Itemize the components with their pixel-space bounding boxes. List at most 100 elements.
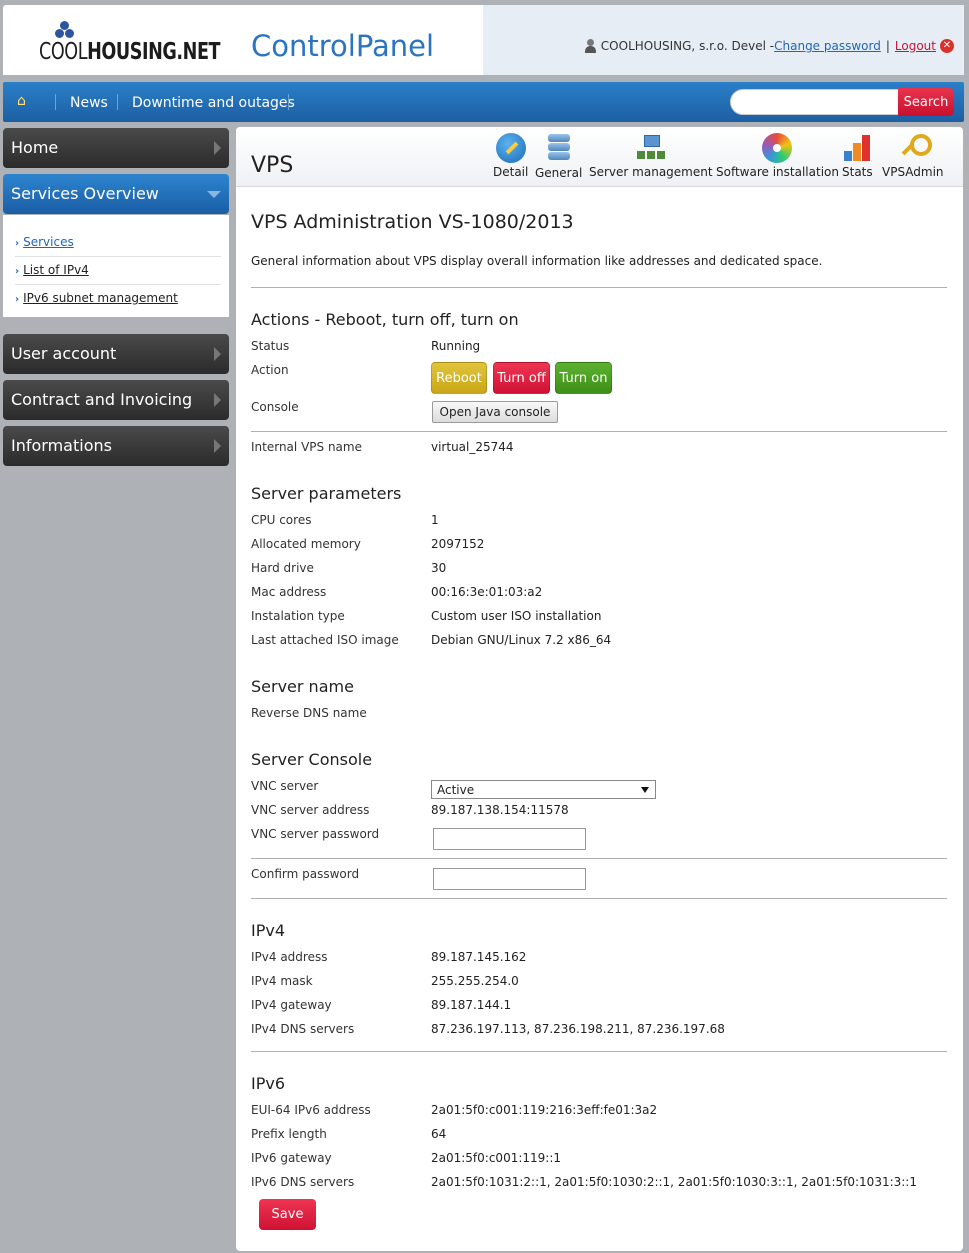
main-toolbar: VPS Detail General Server management Sof… [236,127,963,187]
ipv6-eui-label: EUI-64 IPv6 address [251,1103,371,1117]
mac-value: 00:16:3e:01:03:a2 [431,585,543,599]
turn-on-button[interactable]: Turn on [555,362,612,394]
submenu-item-ipv6-subnet[interactable]: › IPv6 subnet management [15,285,221,313]
sidebar-item-informations[interactable]: Informations [3,426,229,466]
internal-name-label: Internal VPS name [251,440,362,454]
chevron-right-icon: › [15,238,20,249]
logout-link[interactable]: Logout [895,39,936,53]
vnc-address-label: VNC server address [251,803,370,817]
open-java-console-button[interactable]: Open Java console [432,401,558,423]
sidebar-item-home[interactable]: Home [3,128,229,168]
divider [251,1051,947,1052]
tool-software-installation[interactable]: Software installation [716,133,839,179]
status-value: Running [431,339,481,353]
console-label: Console [251,400,299,414]
ipv4-gateway-label: IPv4 gateway [251,998,332,1012]
turn-off-button[interactable]: Turn off [493,362,550,394]
chevron-down-icon [207,191,221,198]
search-button[interactable]: Search [898,88,954,116]
divider [251,431,947,432]
section-title-server-console: Server Console [251,750,373,769]
vnc-server-select[interactable]: Active [431,780,656,799]
action-label: Action [251,363,289,377]
tool-detail[interactable]: Detail [493,133,528,179]
cpu-label: CPU cores [251,513,312,527]
confirm-password-label: Confirm password [251,867,360,881]
ipv6-gateway-label: IPv6 gateway [251,1151,332,1165]
tool-vpsadmin[interactable]: VPSAdmin [882,133,944,179]
nav-downtime[interactable]: Downtime and outages [132,95,295,111]
tool-general[interactable]: General [535,133,582,180]
iso-value: Debian GNU/Linux 7.2 x86_64 [431,633,612,647]
hdd-value: 30 [431,561,447,575]
chevron-right-icon [214,439,221,453]
change-password-link[interactable]: Change password [774,39,881,53]
sidebar-submenu: › Services › List of IPv4 › IPv6 subnet man… [3,215,229,317]
install-type-label: Instalation type [251,609,345,623]
ipv6-prefix-value: 64 [431,1127,447,1141]
section-title-ipv6: IPv6 [251,1074,286,1093]
separator: | [885,39,890,53]
vnc-label: VNC server [251,779,319,793]
user-icon [584,39,597,53]
page-heading: VPS Administration VS-1080/2013 [251,211,574,233]
detail-pencil-icon [495,133,526,163]
vnc-password-input[interactable] [433,828,586,850]
divider [251,898,947,899]
tool-stats[interactable]: Stats [842,133,873,179]
install-type-value: Custom user ISO installation [431,609,602,623]
ipv6-dns-label: IPv6 DNS servers [251,1175,355,1189]
dropdown-arrow-icon [641,787,649,793]
ipv6-dns-value: 2a01:5f0:1031:2::1, 2a01:5f0:1030:2::1, … [431,1175,917,1189]
submenu-item-services[interactable]: › Services [15,229,221,257]
network-icon [636,133,666,163]
top-navbar: ⌂ News Downtime and outages Search [3,82,964,122]
sidebar-item-services-overview[interactable]: Services Overview [3,174,229,214]
ipv4-address-value: 89.187.145.162 [431,950,527,964]
cd-icon [762,133,793,163]
intro-text: General information about VPS display ov… [251,254,823,268]
vnc-address-value: 89.187.138.154:11578 [431,803,569,817]
sidebar-item-contract[interactable]: Contract and Invoicing [3,380,229,420]
database-icon [544,134,574,164]
ipv4-address-label: IPv4 address [251,950,328,964]
nav-news[interactable]: News [70,95,108,111]
ipv4-mask-label: IPv4 mask [251,974,313,988]
memory-label: Allocated memory [251,537,361,551]
page-title: VPS [251,153,294,178]
ipv6-prefix-label: Prefix length [251,1127,327,1141]
rdns-label: Reverse DNS name [251,706,367,720]
divider [251,287,947,288]
app-title: ControlPanel [251,29,435,63]
coolhousing-logo[interactable]: COOLHOUSING.NET [39,21,221,71]
key-icon [898,133,932,163]
chevron-right-icon: › [15,266,20,277]
memory-value: 2097152 [431,537,485,551]
divider [251,858,947,859]
save-button[interactable]: Save [259,1199,316,1230]
chevron-right-icon [214,347,221,361]
ipv4-dns-label: IPv4 DNS servers [251,1022,355,1036]
submenu-item-ipv4-list[interactable]: › List of IPv4 [15,257,221,285]
vnc-password-label: VNC server password [251,827,380,841]
confirm-password-input[interactable] [433,868,586,890]
reboot-button[interactable]: Reboot [431,362,487,394]
hdd-label: Hard drive [251,561,314,575]
tool-server-management[interactable]: Server management [589,133,713,179]
cpu-value: 1 [431,513,439,527]
ipv4-dns-value: 87.236.197.113, 87.236.198.211, 87.236.1… [431,1022,725,1036]
ipv4-mask-value: 255.255.254.0 [431,974,519,988]
search-input[interactable] [730,89,900,115]
internal-name-value: virtual_25744 [431,440,514,454]
ipv6-gateway-value: 2a01:5f0:c001:119::1 [431,1151,562,1165]
mac-label: Mac address [251,585,327,599]
ipv6-eui-value: 2a01:5f0:c001:119:216:3eff:fe01:3a2 [431,1103,658,1117]
home-icon[interactable]: ⌂ [17,93,41,111]
header: COOLHOUSING.NET ControlPanel COOLHOUSING… [3,5,964,75]
logout-close-icon[interactable]: ✕ [940,39,954,53]
ipv4-gateway-value: 89.187.144.1 [431,998,512,1012]
status-label: Status [251,339,290,353]
sidebar-item-user-account[interactable]: User account [3,334,229,374]
user-name: COOLHOUSING, s.r.o. Devel - [600,39,775,53]
section-title-server-params: Server parameters [251,484,402,503]
